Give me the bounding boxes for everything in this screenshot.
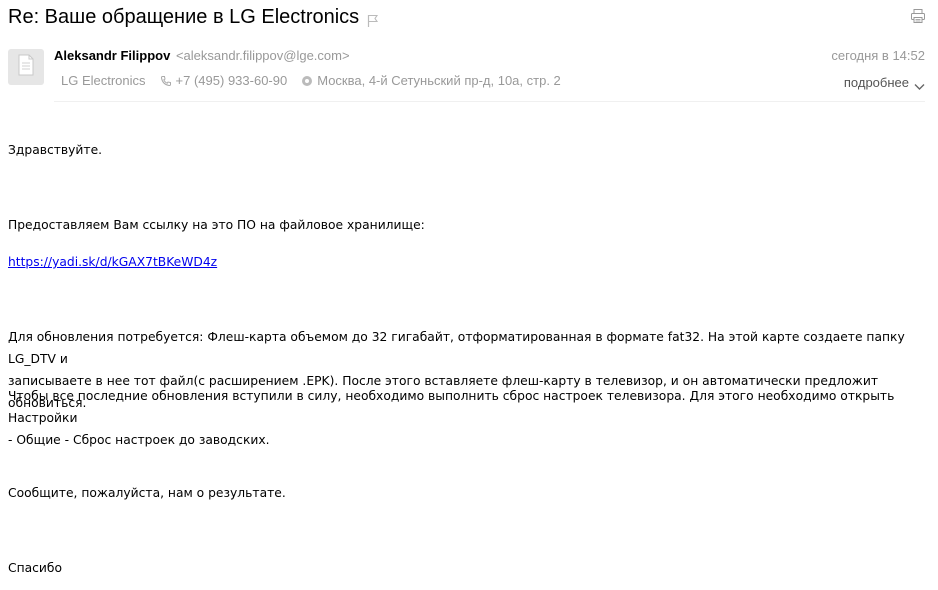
location-pin-icon — [301, 75, 313, 87]
sender-company: LG Electronics — [61, 73, 146, 88]
print-icon[interactable] — [910, 8, 926, 24]
sender-meta: LG Electronics +7 (495) 933-60-90 Москва… — [61, 73, 561, 88]
sender-address[interactable]: Москва, 4-й Сетуньский пр-д, 10а, стр. 2 — [317, 73, 561, 88]
download-link[interactable]: https://yadi.sk/d/kGAX7tBKeWD4z — [8, 255, 217, 269]
email-subject-text: Re: Ваше обращение в LG Electronics — [8, 6, 360, 28]
body-greeting: Здравствуйте. — [8, 143, 103, 157]
body-paragraph-line: Чтобы все последние обновления вступили … — [8, 389, 895, 425]
body-paragraph-line: Для обновления потребуется: Флеш-карта о… — [8, 330, 905, 366]
body-paragraph-feedback: Сообщите, пожалуйста, нам о результате. — [8, 486, 286, 500]
header-divider — [54, 101, 925, 102]
sender-line: Aleksandr Filippov <aleksandr.filippov@l… — [54, 48, 350, 63]
sender-name[interactable]: Aleksandr Filippov — [54, 48, 170, 63]
avatar — [8, 49, 44, 85]
sender-email[interactable]: <aleksandr.filippov@lge.com> — [176, 48, 350, 63]
email-subject: Re: Ваше обращение в LG Electronics — [8, 6, 379, 29]
chevron-down-icon — [914, 79, 925, 90]
flag-icon[interactable] — [367, 11, 379, 27]
sender-phone[interactable]: +7 (495) 933-60-90 — [176, 73, 288, 88]
phone-icon — [160, 75, 172, 87]
details-toggle[interactable]: подробнее — [844, 75, 925, 90]
body-paragraph-reset: Чтобы все последние обновления вступили … — [8, 385, 928, 451]
body-closing: Спасибо — [8, 561, 63, 575]
body-paragraph-line: - Общие - Сброс настроек до заводских. — [8, 433, 270, 447]
body-paragraph-link-intro: Предоставляем Вам ссылку на это ПО на фа… — [8, 218, 425, 232]
document-icon — [17, 54, 35, 80]
details-label: подробнее — [843, 75, 909, 90]
body-link-container: https://yadi.sk/d/kGAX7tBKeWD4z — [8, 251, 928, 273]
email-date: сегодня в 14:52 — [831, 48, 925, 63]
